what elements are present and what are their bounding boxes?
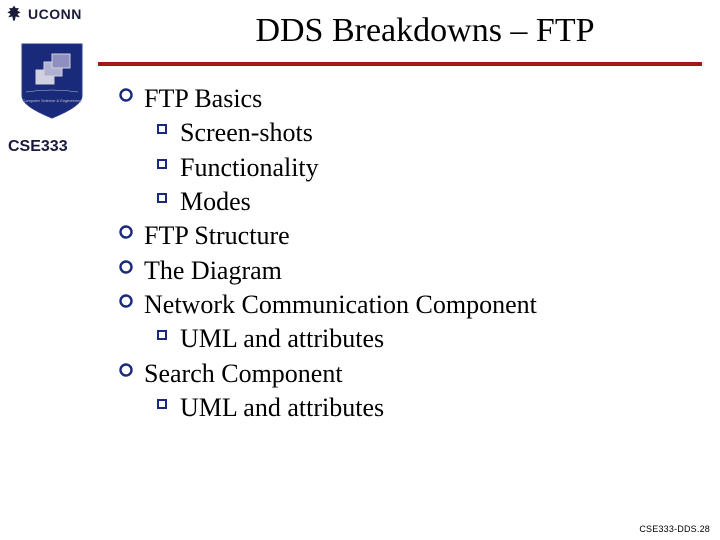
- sub-list-item: Screen-shots: [144, 116, 690, 150]
- sub-list-item: UML and attributes: [144, 322, 690, 356]
- square-bullet-icon: [144, 151, 180, 169]
- oakleaf-icon: [4, 4, 24, 24]
- sub-list-item-label: UML and attributes: [180, 391, 384, 425]
- title-rule: [98, 62, 702, 66]
- list-item-label: Network Communication Component: [144, 288, 537, 322]
- svg-text:Computer Science & Engineering: Computer Science & Engineering: [22, 98, 81, 103]
- list-item: Search Component: [108, 357, 690, 391]
- sub-list-item-label: Screen-shots: [180, 116, 313, 150]
- list-item-label: Search Component: [144, 357, 343, 391]
- square-bullet-icon: [144, 116, 180, 134]
- square-bullet-icon: [144, 322, 180, 340]
- circle-bullet-icon: [108, 288, 144, 308]
- sub-list-item-label: Functionality: [180, 151, 319, 185]
- sub-list-item: UML and attributes: [144, 391, 690, 425]
- slide-title: DDS Breakdowns – FTP: [150, 12, 700, 50]
- square-bullet-icon: [144, 391, 180, 409]
- course-tag: CSE333: [8, 138, 68, 156]
- circle-bullet-icon: [108, 254, 144, 274]
- list-item-label: FTP Structure: [144, 219, 290, 253]
- outline: FTP Basics Screen-shots Functionality Mo…: [108, 82, 690, 425]
- list-item: The Diagram: [108, 254, 690, 288]
- list-item-label: The Diagram: [144, 254, 282, 288]
- dept-seal-icon: Computer Science & Engineering: [18, 40, 86, 120]
- sub-list-item: Functionality: [144, 151, 690, 185]
- circle-bullet-icon: [108, 82, 144, 102]
- sub-list-item-label: Modes: [180, 185, 251, 219]
- list-item: Network Communication Component: [108, 288, 690, 322]
- slide: UCONN DDS Breakdowns – FTP Computer Scie…: [0, 0, 720, 540]
- sub-list-item: Modes: [144, 185, 690, 219]
- list-item-label: FTP Basics: [144, 82, 262, 116]
- list-item: FTP Structure: [108, 219, 690, 253]
- circle-bullet-icon: [108, 219, 144, 239]
- circle-bullet-icon: [108, 357, 144, 377]
- university-name: UCONN: [28, 6, 82, 22]
- square-bullet-icon: [144, 185, 180, 203]
- list-item: FTP Basics: [108, 82, 690, 116]
- slide-footer: CSE333-DDS.28: [639, 524, 710, 534]
- header-logo: UCONN: [4, 4, 82, 24]
- sub-list-item-label: UML and attributes: [180, 322, 384, 356]
